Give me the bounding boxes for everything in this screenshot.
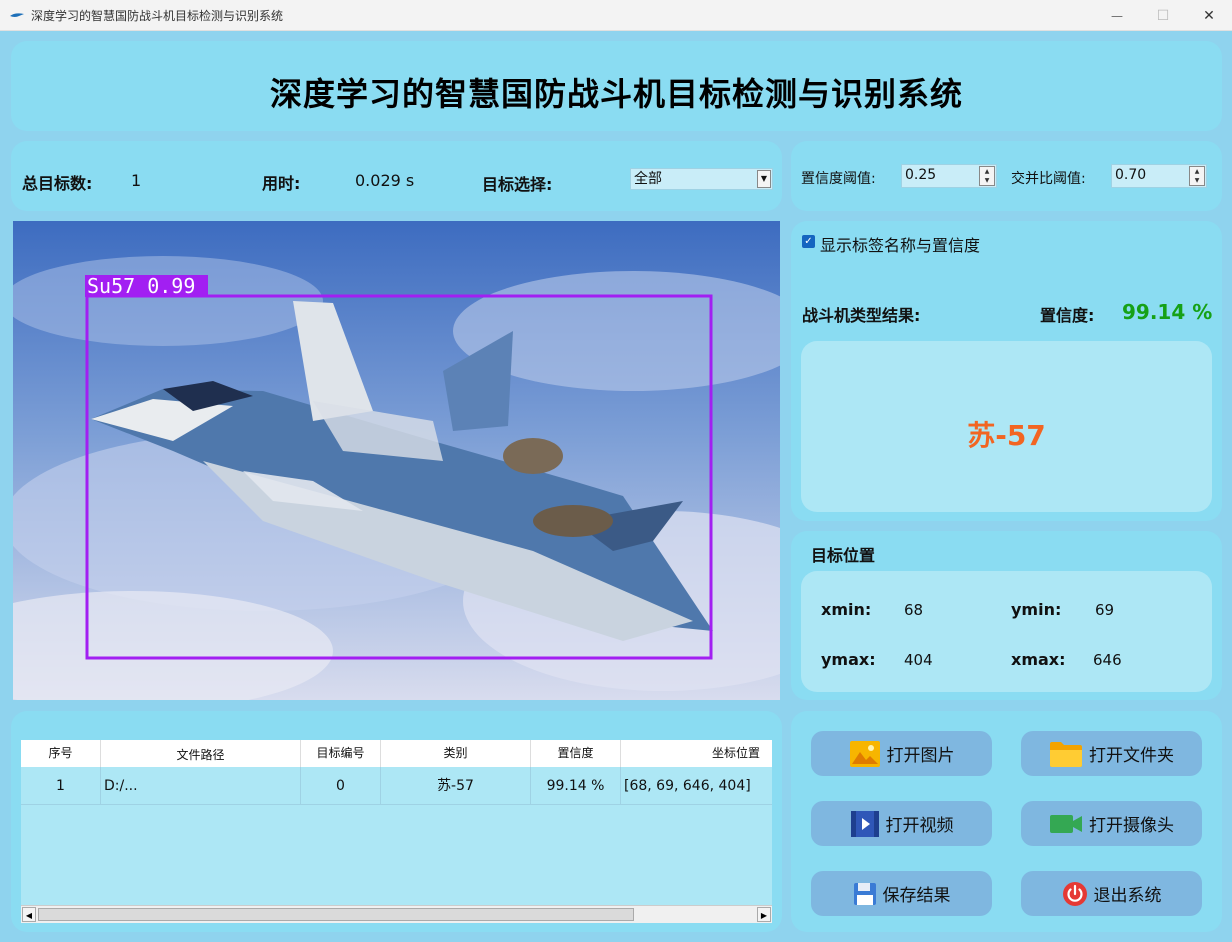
open-image-button[interactable]: 打开图片	[811, 731, 992, 776]
spin-down-icon[interactable]: ▼	[980, 176, 994, 185]
chevron-down-icon[interactable]: ▼	[757, 170, 771, 188]
open-folder-label: 打开文件夹	[1089, 746, 1174, 766]
horizontal-scrollbar[interactable]: ◀ ▶	[21, 905, 772, 923]
class-result-box: 苏-57	[801, 341, 1212, 512]
iou-threshold-value: 0.70	[1115, 167, 1147, 183]
total-targets-label: 总目标数:	[22, 174, 93, 193]
image-icon	[849, 740, 880, 767]
header-panel: 深度学习的智慧国防战斗机目标检测与识别系统	[11, 41, 1222, 131]
col-header-path[interactable]: 文件路径	[101, 740, 301, 767]
col-header-target-id[interactable]: 目标编号	[301, 740, 381, 767]
table-cell: 99.14 %	[531, 767, 621, 805]
detection-image: Su57 0.99	[13, 221, 780, 700]
col-header-confidence[interactable]: 置信度	[531, 740, 621, 767]
conf-threshold-value: 0.25	[905, 167, 937, 183]
total-targets-value: 1	[131, 171, 142, 190]
video-icon	[850, 810, 879, 837]
target-select-value: 全部	[634, 171, 662, 187]
ymin-label: ymin:	[1011, 600, 1062, 619]
save-results-label: 保存结果	[882, 886, 951, 906]
table-cell: 0	[301, 767, 381, 805]
open-video-button[interactable]: 打开视频	[811, 801, 992, 846]
exit-system-label: 退出系统	[1093, 886, 1162, 906]
minimize-button[interactable]: —	[1094, 0, 1140, 31]
xmin-value: 68	[904, 601, 924, 619]
time-value: 0.029 s	[355, 171, 415, 190]
window-title: 深度学习的智慧国防战斗机目标检测与识别系统	[31, 9, 284, 23]
spin-down-icon[interactable]: ▼	[1190, 176, 1204, 185]
save-results-button[interactable]: 保存结果	[811, 871, 992, 916]
bounding-box-label: Su57 0.99	[87, 274, 195, 298]
exit-system-button[interactable]: 退出系统	[1021, 871, 1202, 916]
table-cell: 1	[21, 767, 101, 805]
conf-threshold-spinbox[interactable]: 0.25 ▲ ▼	[901, 164, 997, 188]
col-header-class[interactable]: 类别	[381, 740, 531, 767]
table-cell: 苏-57	[381, 767, 531, 805]
scroll-right-icon[interactable]: ▶	[757, 907, 771, 922]
close-icon: ✕	[1203, 7, 1215, 24]
open-video-label: 打开视频	[885, 816, 954, 836]
xmax-label: xmax:	[1011, 650, 1066, 669]
ymax-label: ymax:	[821, 650, 876, 669]
iou-threshold-label: 交并比阈值:	[1011, 171, 1086, 187]
jet-type-label: 战斗机类型结果:	[802, 306, 921, 325]
scroll-left-icon[interactable]: ◀	[22, 907, 36, 922]
open-camera-label: 打开摄像头	[1089, 816, 1174, 836]
camera-icon	[1050, 814, 1082, 833]
power-icon	[1062, 881, 1087, 906]
col-header-coords[interactable]: 坐标位置	[621, 740, 772, 767]
table-cell: D:/...	[101, 767, 301, 805]
show-labels-text: 显示标签名称与置信度	[820, 236, 981, 255]
class-result-text: 苏-57	[967, 419, 1046, 452]
show-labels-checkbox[interactable]: ✓	[802, 235, 815, 248]
scrollbar-thumb[interactable]	[38, 908, 634, 921]
table-cell: [68, 69, 646, 404]	[624, 778, 751, 794]
folder-icon	[1050, 741, 1082, 767]
position-title: 目标位置	[811, 546, 876, 565]
window-titlebar: 深度学习的智慧国防战斗机目标检测与识别系统 — ☐ ✕	[0, 0, 1232, 31]
confidence-label: 置信度:	[1040, 306, 1095, 325]
open-image-label: 打开图片	[886, 746, 955, 766]
maximize-button[interactable]: ☐	[1140, 0, 1186, 31]
ymin-value: 69	[1095, 601, 1115, 619]
confidence-value: 99.14 %	[1122, 300, 1213, 324]
close-button[interactable]: ✕	[1186, 0, 1232, 31]
minimize-icon: —	[1111, 8, 1123, 23]
spin-up-icon[interactable]: ▲	[1190, 167, 1204, 176]
target-select-label: 目标选择:	[482, 175, 553, 194]
open-folder-button[interactable]: 打开文件夹	[1021, 731, 1202, 776]
spin-up-icon[interactable]: ▲	[980, 167, 994, 176]
results-table[interactable]: 序号 文件路径 目标编号 类别 置信度 坐标位置 1 D:/... 0 苏-57…	[21, 740, 772, 923]
fighter-jet-image: Su57 0.99	[13, 221, 780, 700]
table-row[interactable]: 1 D:/... 0 苏-57 99.14 % [68, 69, 646, 40…	[21, 767, 772, 805]
target-select[interactable]: 全部 ▼	[630, 168, 773, 190]
save-icon	[853, 882, 876, 905]
maximize-icon: ☐	[1156, 7, 1170, 24]
xmin-label: xmin:	[821, 600, 872, 619]
table-header: 序号 文件路径 目标编号 类别 置信度 坐标位置	[21, 740, 772, 767]
open-camera-button[interactable]: 打开摄像头	[1021, 801, 1202, 846]
iou-threshold-spinbox[interactable]: 0.70 ▲ ▼	[1111, 164, 1207, 188]
col-header-index[interactable]: 序号	[21, 740, 101, 767]
xmax-value: 646	[1093, 651, 1122, 669]
page-title: 深度学习的智慧国防战斗机目标检测与识别系统	[269, 75, 963, 113]
position-values-box	[801, 571, 1212, 692]
ymax-value: 404	[904, 651, 933, 669]
conf-threshold-label: 置信度阈值:	[801, 171, 876, 187]
app-icon	[10, 13, 24, 17]
time-label: 用时:	[262, 174, 301, 193]
